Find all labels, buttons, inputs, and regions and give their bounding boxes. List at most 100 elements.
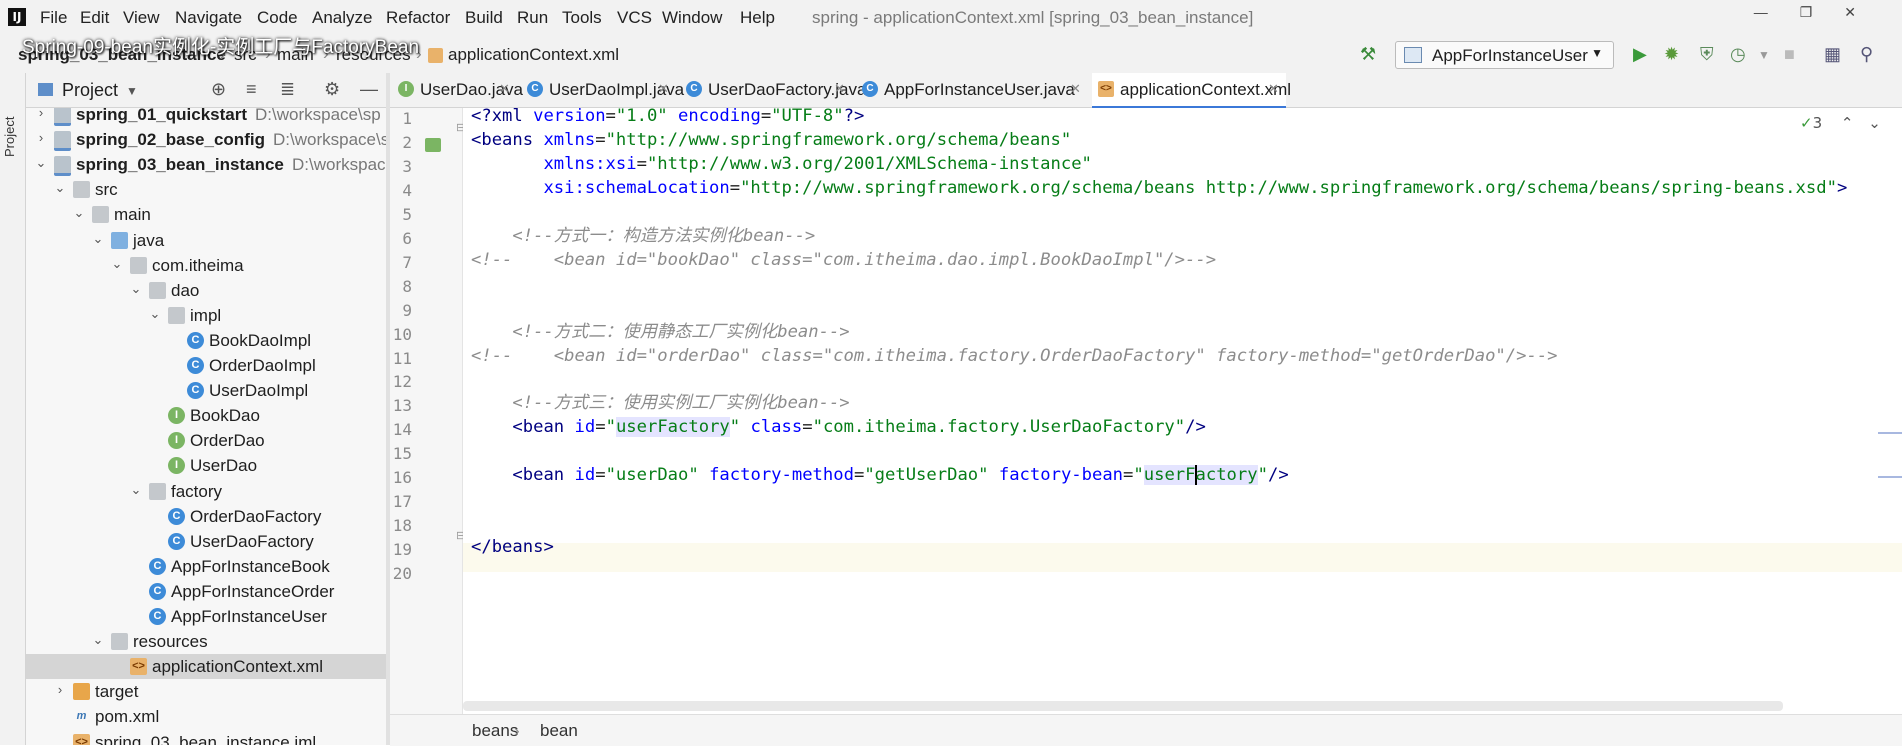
debug-icon[interactable]: ✹ xyxy=(1664,44,1679,65)
tree-item[interactable]: › target xyxy=(26,679,386,704)
tree-item[interactable]: C BookDaoImpl xyxy=(26,328,386,353)
menu-window[interactable]: Window xyxy=(662,8,722,28)
class-icon: C xyxy=(187,331,204,349)
editor-tab[interactable]: C UserDaoImpl.java ✕ xyxy=(521,73,684,106)
menu-navigate[interactable]: Navigate xyxy=(175,8,242,28)
chevron-down-icon[interactable]: ⌄ xyxy=(148,306,162,322)
close-icon[interactable]: ✕ xyxy=(1070,81,1081,97)
menu-build[interactable]: Build xyxy=(465,8,503,28)
menu-edit[interactable]: Edit xyxy=(80,8,109,28)
minimize-icon[interactable]: — xyxy=(1754,4,1800,20)
chevron-down-icon[interactable]: ⌄ xyxy=(53,180,67,196)
line-number: 6 xyxy=(402,228,412,248)
spring-bean-icon[interactable] xyxy=(425,138,441,152)
code-line: <bean id="userDao" factory-method="getUs… xyxy=(512,465,1289,486)
tree-item[interactable]: ⌄ dao xyxy=(26,278,386,303)
tree-item[interactable]: ⌄ factory xyxy=(26,479,386,504)
code-editor[interactable]: <?xml version="1.0" encoding="UTF-8"?> <b… xyxy=(463,108,1902,714)
tree-item[interactable]: I OrderDao xyxy=(26,428,386,453)
editor-tab[interactable]: C AppForInstanceUser.java ✕ xyxy=(856,73,1088,106)
collapse-all-icon[interactable]: ≣ xyxy=(280,79,295,100)
tree-item[interactable]: <> applicationContext.xml xyxy=(26,654,386,680)
tree-item[interactable]: ⌄ spring_03_bean_instance D:\workspace xyxy=(26,152,386,177)
project-view-title[interactable]: Project xyxy=(62,80,118,101)
menu-code[interactable]: Code xyxy=(257,8,298,28)
search-everywhere-icon[interactable]: ⚲ xyxy=(1860,44,1873,65)
run-icon[interactable]: ▶ xyxy=(1633,44,1647,65)
editor-tab[interactable]: <> applicationContext.xml ✕ xyxy=(1092,73,1291,109)
chevron-down-icon[interactable]: ▼ xyxy=(126,84,138,98)
breadcrumb-beans[interactable]: beans xyxy=(472,721,518,741)
tree-item[interactable]: ⌄ src xyxy=(26,177,386,202)
chevron-down-icon[interactable]: ⌄ xyxy=(34,155,48,171)
tree-item[interactable]: C OrderDaoFactory xyxy=(26,504,386,529)
chevron-down-icon[interactable]: ⌄ xyxy=(91,231,105,247)
maven-icon: m xyxy=(76,710,87,723)
tree-item[interactable]: m pom.xml xyxy=(26,704,386,729)
tree-item[interactable]: ⌄ java xyxy=(26,228,386,253)
menu-vcs[interactable]: VCS xyxy=(617,8,652,28)
menu-view[interactable]: View xyxy=(123,8,160,28)
menu-help[interactable]: Help xyxy=(740,8,775,28)
expand-all-icon[interactable]: ≡ xyxy=(246,79,257,100)
tree-item[interactable]: C UserDaoFactory xyxy=(26,529,386,554)
window-controls[interactable]: —❐✕ xyxy=(1754,4,1888,21)
runnable-class-icon: C xyxy=(149,608,166,625)
tree-item[interactable]: I UserDao xyxy=(26,453,386,478)
tree-item[interactable]: ⌄ resources xyxy=(26,629,386,654)
project-tool-button[interactable]: Project xyxy=(2,117,17,157)
chevron-right-icon[interactable]: › xyxy=(34,108,48,120)
inspection-widget[interactable]: ✓3 ⌃ ⌄ xyxy=(1800,114,1881,132)
tree-item[interactable]: C OrderDaoImpl xyxy=(26,353,386,378)
close-icon[interactable]: ✕ xyxy=(499,81,510,97)
tree-item[interactable]: ⌄ com.itheima xyxy=(26,253,386,278)
tree-item[interactable]: ⌄ main xyxy=(26,202,386,227)
breadcrumb-bean[interactable]: bean xyxy=(540,721,578,741)
editor-gutter: 1 2 3 4 5 6 7 8 9 10 11 12 13 14 15 16 17 18 19 20 ⊟ ⊟ xyxy=(390,108,465,714)
tree-item[interactable]: › spring_01_quickstart D:\workspace\sp xyxy=(26,108,386,127)
chevron-up-icon[interactable]: ⌃ xyxy=(1841,114,1854,132)
hide-panel-icon[interactable]: — xyxy=(360,79,378,100)
chevron-right-icon[interactable]: › xyxy=(34,130,48,145)
locate-file-icon[interactable]: ⊕ xyxy=(211,79,226,100)
tree-item[interactable]: I BookDao xyxy=(26,403,386,428)
menu-file[interactable]: File xyxy=(40,8,67,28)
tree-item[interactable]: C UserDaoImpl xyxy=(26,378,386,403)
gear-icon[interactable]: ⚙ xyxy=(324,79,340,100)
build-hammer-icon[interactable]: ⚒ xyxy=(1360,44,1376,65)
chevron-down-icon[interactable]: ⌄ xyxy=(1868,114,1881,132)
chevron-down-icon[interactable]: ⌄ xyxy=(110,256,124,272)
menu-refactor[interactable]: Refactor xyxy=(386,8,450,28)
chevron-right-icon[interactable]: › xyxy=(53,682,67,697)
tree-item[interactable]: › spring_02_base_config D:\workspace\s xyxy=(26,127,386,152)
close-icon[interactable]: ✕ xyxy=(834,81,845,97)
close-icon[interactable]: ✕ xyxy=(658,81,669,97)
tree-item[interactable]: C AppForInstanceOrder xyxy=(26,579,386,604)
folder-icon xyxy=(73,181,90,199)
editor-tab[interactable]: I UserDao.java ✕ xyxy=(392,73,523,106)
restore-icon[interactable]: ❐ xyxy=(1800,4,1845,20)
run-configuration-select[interactable]: AppForInstanceUser ▼ xyxy=(1395,41,1614,69)
project-structure-icon[interactable]: ▦ xyxy=(1824,44,1841,65)
breadcrumb-file[interactable]: applicationContext.xml xyxy=(448,45,619,65)
tree-item[interactable]: <> spring_03_bean_instance.iml xyxy=(26,730,386,745)
tree-item[interactable]: ⌄ impl xyxy=(26,303,386,328)
tree-item[interactable]: C AppForInstanceBook xyxy=(26,554,386,579)
tree-item[interactable]: C AppForInstanceUser xyxy=(26,604,386,629)
chevron-down-icon[interactable]: ▼ xyxy=(1758,48,1770,62)
tree-item-label: BookDaoImpl xyxy=(209,330,312,350)
menu-run[interactable]: Run xyxy=(517,8,548,28)
chevron-down-icon[interactable]: ⌄ xyxy=(129,482,143,498)
close-icon[interactable]: ✕ xyxy=(1268,81,1279,97)
horizontal-scrollbar[interactable] xyxy=(463,701,1783,711)
chevron-down-icon[interactable]: ⌄ xyxy=(91,632,105,648)
profile-icon[interactable]: ◷ xyxy=(1730,44,1746,65)
close-icon[interactable]: ✕ xyxy=(1844,4,1888,20)
coverage-icon[interactable]: ⛨ xyxy=(1700,44,1714,65)
menu-analyze[interactable]: Analyze xyxy=(312,8,372,28)
chevron-down-icon[interactable]: ⌄ xyxy=(72,205,86,221)
chevron-down-icon[interactable]: ⌄ xyxy=(129,281,143,297)
editor-tab[interactable]: C UserDaoFactory.java ✕ xyxy=(680,73,866,106)
stop-icon[interactable]: ■ xyxy=(1784,44,1795,65)
menu-tools[interactable]: Tools xyxy=(562,8,602,28)
